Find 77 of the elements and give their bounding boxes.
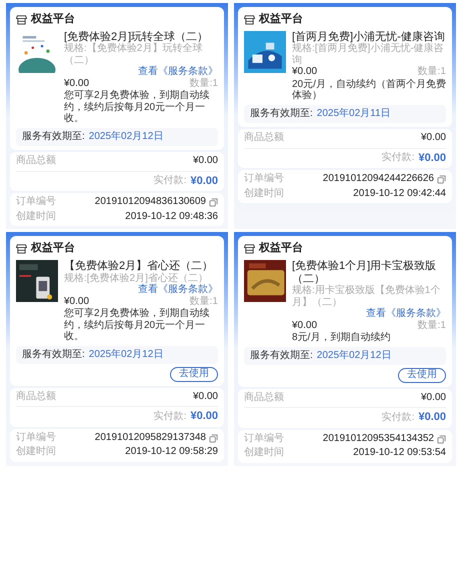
paid-amount: ¥0.00 <box>418 411 446 425</box>
order-number: 20191012094244226626 <box>322 173 434 186</box>
store-name: 权益平台 <box>259 12 303 27</box>
total-amount: ¥0.00 <box>192 390 218 404</box>
created-time-label: 创建时间 <box>244 188 284 200</box>
product-title: [免费体验1个月]用卡宝极致版（二） <box>292 260 438 285</box>
paid-label: 实付款: <box>154 175 186 188</box>
created-time-label: 创建时间 <box>16 446 56 459</box>
product-price: ¥0.00 <box>292 66 318 78</box>
created-time-label: 创建时间 <box>16 210 56 224</box>
product-price: ¥0.00 <box>64 296 90 308</box>
product-spec: 规格:【免费体验2月】玩转全球（二） <box>64 43 204 66</box>
terms-link[interactable]: 查看《服务条款》 <box>138 284 218 296</box>
copy-icon[interactable] <box>209 198 218 208</box>
created-time: 2019-10-12 09:53:54 <box>353 447 446 460</box>
product-title: [免费体验2月]玩转全球（二） <box>64 30 210 42</box>
product-spec: 规格:用卡宝极致版【免费体验1个月】（二） <box>292 285 442 308</box>
validity-date: 2025年02月12日 <box>88 348 164 362</box>
product-description: 您可享2月免费体验，到期自动续约，续约后按每月20元一个月一收。 <box>64 90 211 125</box>
use-button[interactable]: 去使用 <box>398 368 446 383</box>
total-amount: ¥0.00 <box>420 392 446 404</box>
product-description: 您可享2月免费体验，到期自动续约，续约后按每月20元一个月一收。 <box>64 308 211 343</box>
copy-icon[interactable] <box>437 434 446 444</box>
created-time: 2019-10-12 09:58:29 <box>125 446 218 459</box>
created-time-label: 创建时间 <box>244 447 284 460</box>
product-description: 20元/月，自动续约（首两个月免费体验） <box>292 78 446 102</box>
paid-amount: ¥0.00 <box>190 174 218 188</box>
store-icon <box>244 243 255 254</box>
validity-label: 服务有效期至: <box>250 350 313 362</box>
paid-amount: ¥0.00 <box>190 410 218 424</box>
validity-label: 服务有效期至: <box>22 348 85 362</box>
total-label: 商品总额 <box>244 392 284 404</box>
paid-label: 实付款: <box>382 152 414 165</box>
store-icon <box>16 243 27 254</box>
quantity: 数量:1 <box>418 66 446 78</box>
validity-label: 服务有效期至: <box>22 130 85 144</box>
validity-date: 2025年02月12日 <box>88 130 164 144</box>
product-title: 【免费体验2月】省心还（二） <box>64 260 214 272</box>
quantity: 数量:1 <box>190 296 218 308</box>
product-price: ¥0.00 <box>292 320 318 332</box>
quantity: 数量:1 <box>190 78 218 90</box>
store-name: 权益平台 <box>31 240 75 256</box>
order-number: 20191012094836130609 <box>94 196 206 209</box>
product-spec: 规格:[免费体验2月]省心还（二） <box>64 272 209 284</box>
store-icon <box>244 14 255 25</box>
terms-link[interactable]: 查看《服务条款》 <box>366 308 446 320</box>
copy-icon[interactable] <box>437 175 446 184</box>
quantity: 数量:1 <box>418 320 446 332</box>
product-title: [首两月免费]小浦无忧-健康咨询 <box>292 30 446 42</box>
store-name: 权益平台 <box>31 12 75 27</box>
validity-date: 2025年02月11日 <box>316 108 391 120</box>
created-time: 2019-10-12 09:42:44 <box>353 188 446 200</box>
paid-amount: ¥0.00 <box>418 152 446 166</box>
terms-link[interactable]: 查看《服务条款》 <box>138 66 218 78</box>
use-button[interactable]: 去使用 <box>170 367 218 382</box>
paid-label: 实付款: <box>154 410 186 424</box>
total-label: 商品总额 <box>244 132 284 145</box>
order-number: 20191012095829137348 <box>94 432 206 444</box>
total-amount: ¥0.00 <box>192 155 218 168</box>
order-number-label: 订单编号 <box>16 196 56 209</box>
total-label: 商品总额 <box>16 155 56 168</box>
order-number-label: 订单编号 <box>16 432 56 444</box>
validity-label: 服务有效期至: <box>250 108 313 120</box>
store-name: 权益平台 <box>259 240 303 256</box>
product-spec: 规格:[首两月免费]小浦无忧-健康咨询 <box>292 43 445 66</box>
total-label: 商品总额 <box>16 390 56 404</box>
product-description: 8元/月，到期自动续约 <box>292 332 392 344</box>
copy-icon[interactable] <box>209 434 218 443</box>
validity-date: 2025年02月12日 <box>316 350 392 362</box>
store-icon <box>16 14 27 25</box>
total-amount: ¥0.00 <box>420 132 446 145</box>
order-number-label: 订单编号 <box>244 432 284 446</box>
paid-label: 实付款: <box>382 412 414 424</box>
order-number: 20191012095354134352 <box>322 432 434 446</box>
product-price: ¥0.00 <box>64 78 90 90</box>
created-time: 2019-10-12 09:48:36 <box>125 210 218 224</box>
order-number-label: 订单编号 <box>244 173 284 186</box>
